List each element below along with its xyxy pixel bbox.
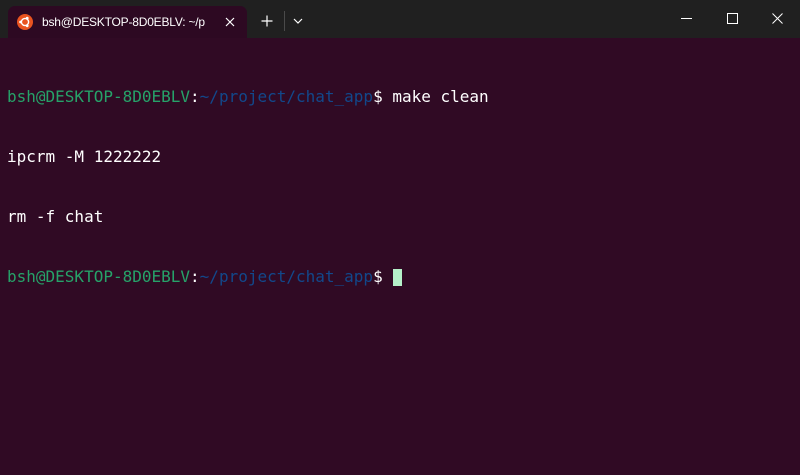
- new-tab-button[interactable]: [257, 11, 277, 31]
- prompt-colon: :: [190, 87, 200, 106]
- prompt-user: bsh@DESKTOP-8D0EBLV: [7, 267, 191, 286]
- close-icon: [771, 12, 783, 24]
- prompt-path: ~/project/chat_app: [199, 267, 374, 286]
- terminal-line-prompt: bsh@DESKTOP-8D0EBLV: ~/project/chat_app $ …: [7, 87, 800, 107]
- terminal-line-prompt: bsh@DESKTOP-8D0EBLV: ~/project/chat_app $: [7, 267, 800, 287]
- output-text: ipcrm -M 1222222: [7, 147, 162, 166]
- tab-title: bsh@DESKTOP-8D0EBLV: ~/p: [42, 15, 205, 29]
- minimize-icon: [680, 17, 692, 19]
- prompt-user: bsh@DESKTOP-8D0EBLV: [7, 87, 191, 106]
- terminal-line-output: ipcrm -M 1222222: [7, 147, 800, 167]
- tab-separator: [284, 11, 285, 31]
- plus-icon: [261, 15, 273, 27]
- terminal-line-output: rm -f chat: [7, 207, 800, 227]
- minimize-button[interactable]: [663, 0, 709, 36]
- tab-close-icon[interactable]: [222, 14, 238, 30]
- ubuntu-logo-icon: [17, 14, 33, 30]
- terminal-tab[interactable]: bsh@DESKTOP-8D0EBLV: ~/p: [8, 6, 247, 38]
- close-button[interactable]: [754, 0, 800, 36]
- text-cursor: [393, 268, 403, 286]
- terminal-output[interactable]: bsh@DESKTOP-8D0EBLV: ~/project/chat_app $ …: [0, 38, 800, 475]
- prompt-path: ~/project/chat_app: [199, 87, 374, 106]
- prompt-colon: :: [190, 267, 200, 286]
- prompt-sigil: $: [373, 87, 383, 106]
- chevron-down-icon: [293, 18, 303, 24]
- prompt-sigil: $: [373, 267, 383, 286]
- tab-dropdown-button[interactable]: [289, 11, 307, 31]
- maximize-icon: [726, 12, 738, 24]
- command-text: make clean: [382, 87, 489, 106]
- terminal-window: bsh@DESKTOP-8D0EBLV: ~/p bsh@DESKTOP-8D0…: [0, 0, 800, 475]
- maximize-button[interactable]: [709, 0, 755, 36]
- output-text: rm -f chat: [7, 207, 104, 226]
- command-text: [383, 267, 393, 287]
- title-bar: bsh@DESKTOP-8D0EBLV: ~/p: [0, 0, 800, 38]
